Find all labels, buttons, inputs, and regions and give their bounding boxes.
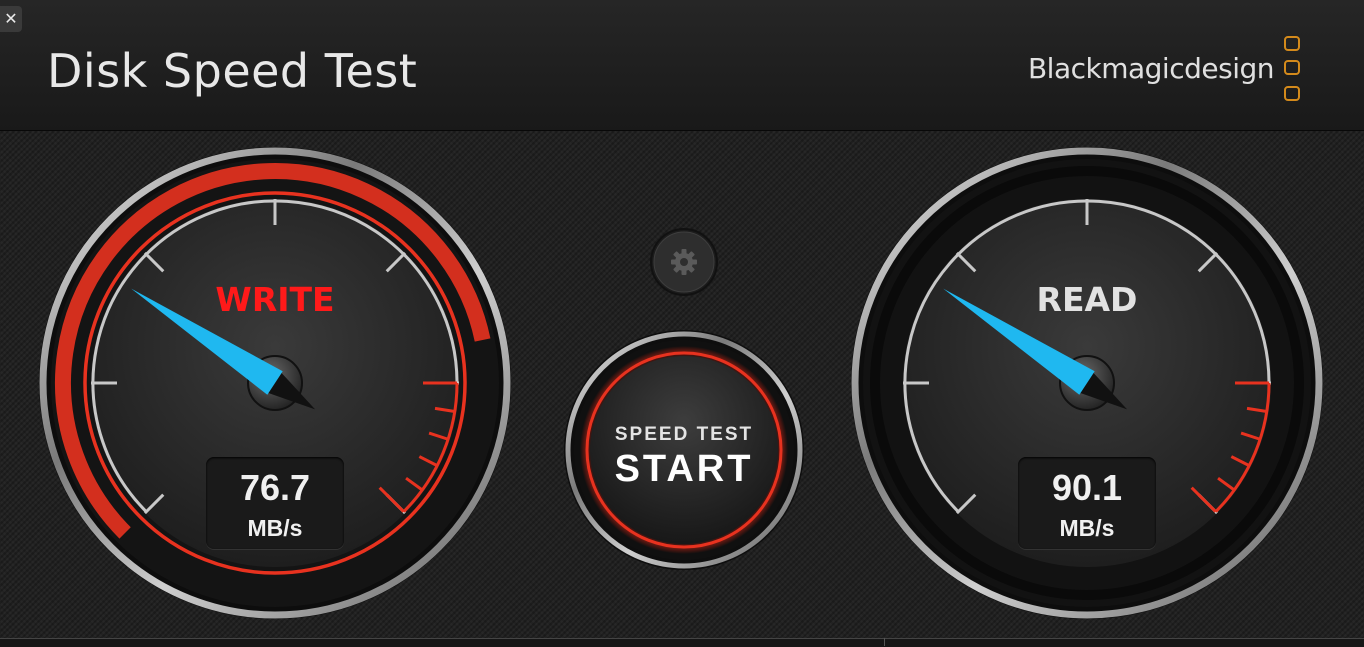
read-speed-unit: MB/s — [1059, 515, 1115, 541]
write-label: WRITE — [215, 280, 335, 319]
read-speed-value: 90.1 — [1051, 467, 1123, 508]
settings-button[interactable] — [650, 228, 718, 296]
start-button-caption[interactable]: SPEED TEST — [584, 424, 784, 446]
read-readout: 90.1 MB/s — [1018, 457, 1156, 549]
write-speed-value: 76.7 — [239, 467, 311, 508]
write-speed-unit: MB/s — [247, 515, 303, 541]
write-readout: 76.7 MB/s — [206, 457, 344, 549]
gear-icon — [671, 249, 697, 275]
status-divider — [884, 638, 885, 646]
start-button-label[interactable]: START — [584, 448, 784, 491]
read-label: READ — [1036, 280, 1138, 319]
gauges-canvas — [39, 147, 1323, 619]
